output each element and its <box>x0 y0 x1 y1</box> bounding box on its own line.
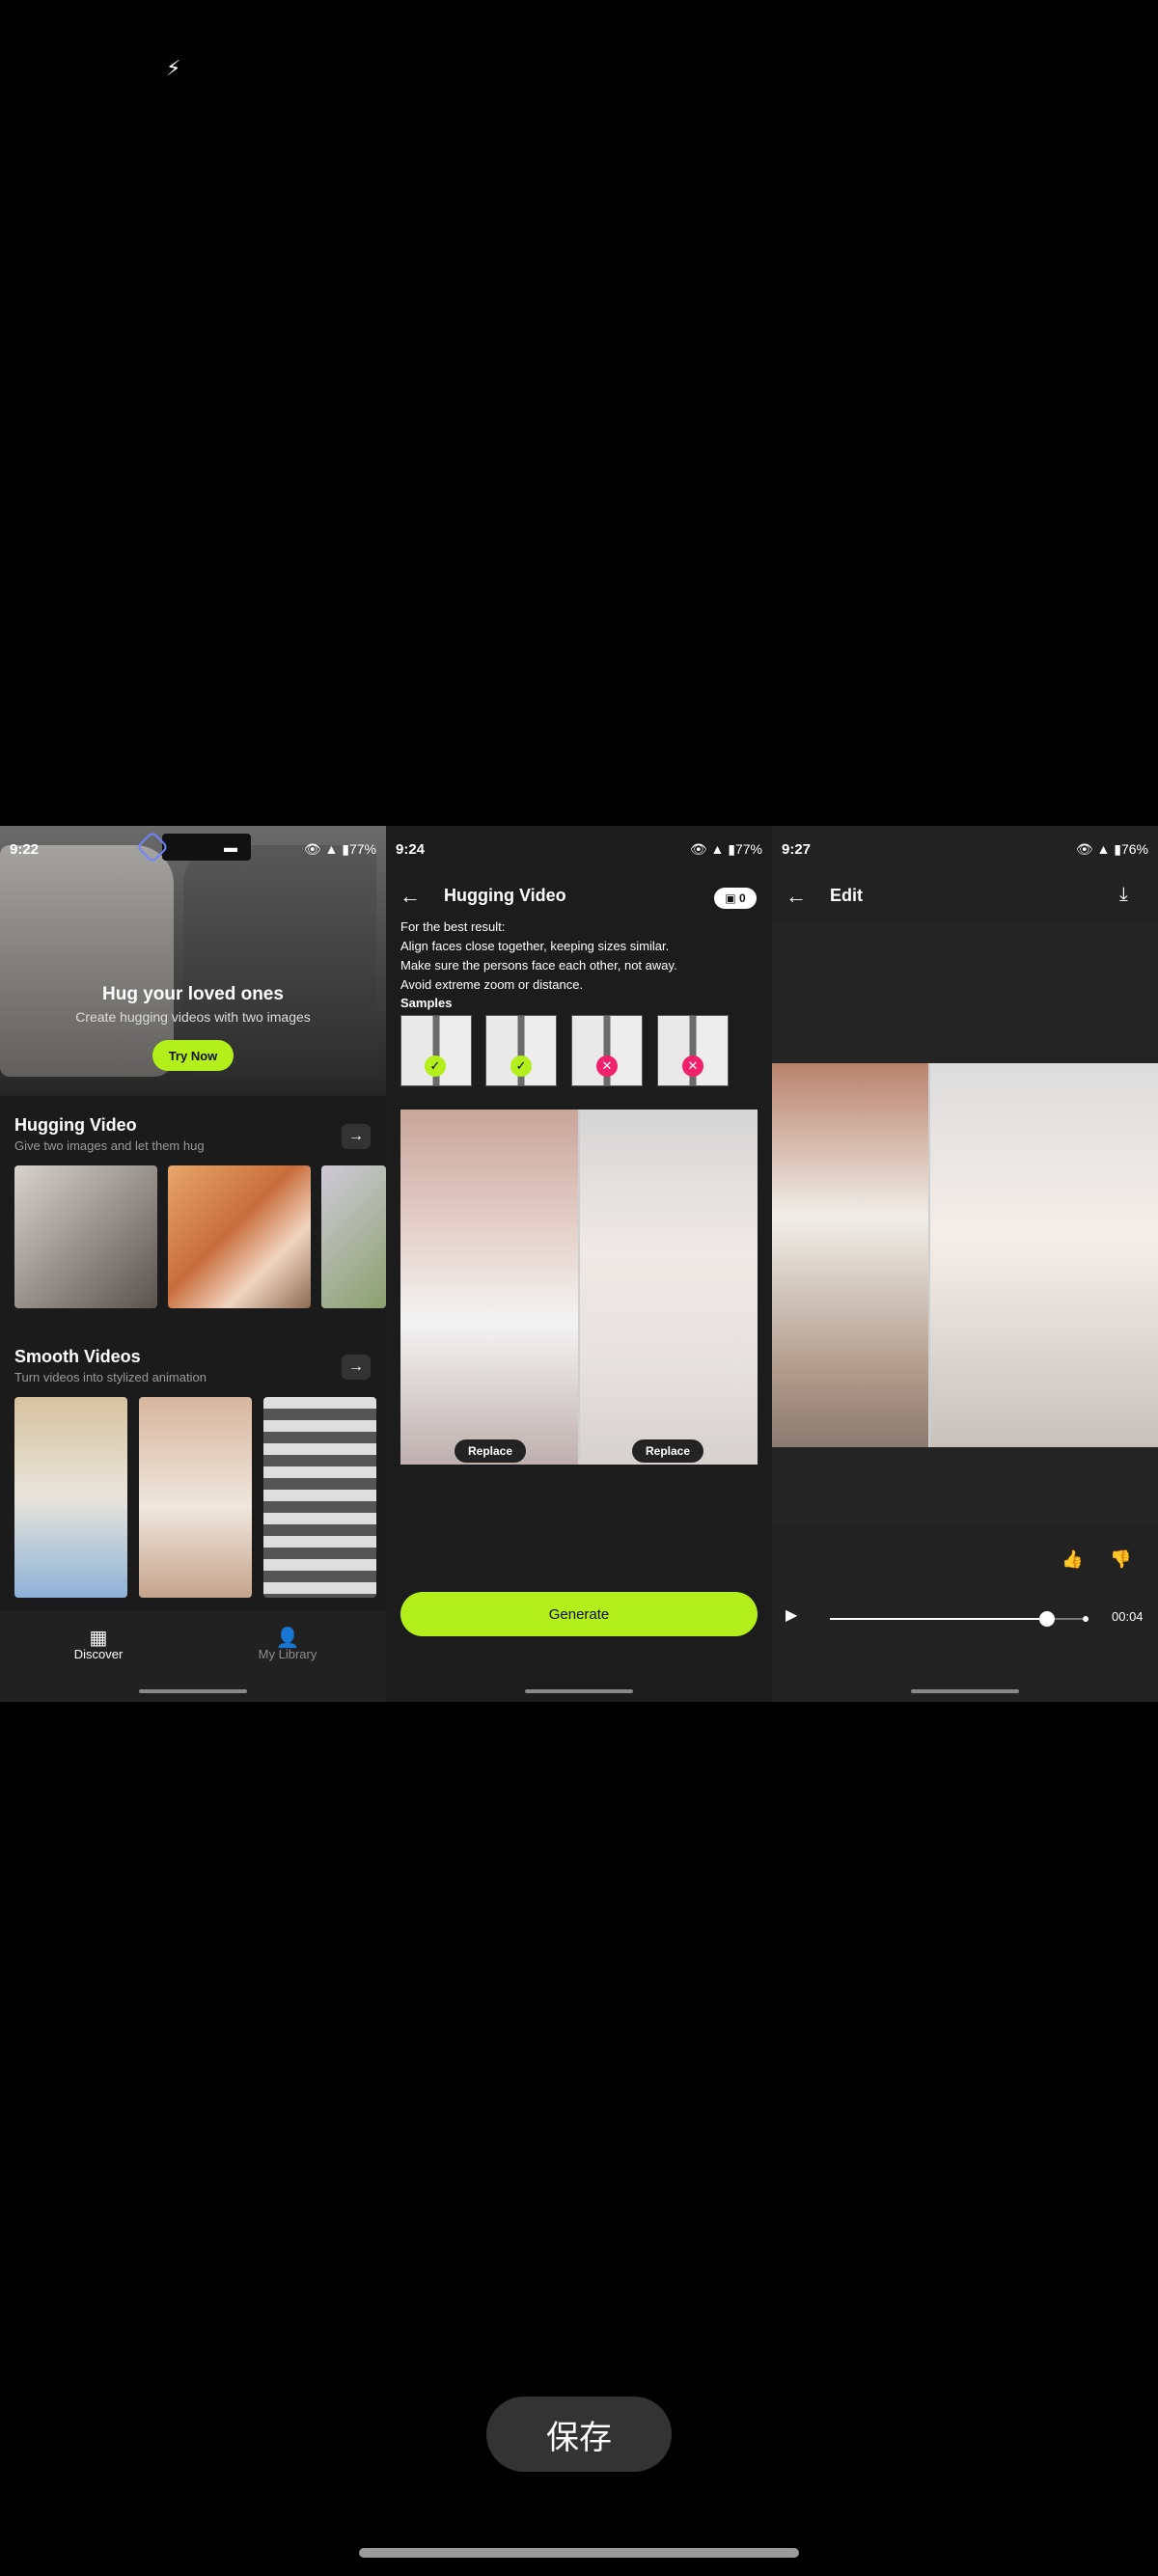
charging-bolt-icon: ⚡ <box>166 56 181 80</box>
status-bar: 9:27 👁 ▲ ▮76% <box>772 826 1158 872</box>
hero-title: Hug your loved ones <box>102 984 284 1004</box>
status-time: 9:24 <box>396 840 426 858</box>
section-subtitle-hugging: Give two images and let them hug <box>14 1138 205 1153</box>
status-time: 9:22 <box>10 840 40 858</box>
status-time: 9:27 <box>782 840 812 858</box>
back-arrow-icon[interactable]: ← <box>400 884 421 909</box>
video-progress-bar[interactable] <box>830 1611 1086 1627</box>
image-compare: Replace Replace <box>400 1110 758 1465</box>
generate-button[interactable]: Generate <box>400 1592 758 1636</box>
system-home-bar <box>359 2548 799 2558</box>
status-icons: 👁 ▲ ▮76% <box>1075 840 1148 857</box>
thumbs-down-icon[interactable]: 👎 <box>1110 1549 1131 1570</box>
hero-subtitle: Create hugging videos with two images <box>75 1009 311 1025</box>
check-icon: ✓ <box>425 1055 446 1077</box>
gesture-bar <box>911 1689 1019 1693</box>
section-title-smooth: Smooth Videos <box>14 1347 141 1366</box>
tips-text: For the best result: Align faces close t… <box>400 918 759 995</box>
back-arrow-icon[interactable]: ← <box>786 884 807 909</box>
progress-knob[interactable] <box>1039 1611 1056 1627</box>
download-icon[interactable]: ⤓ <box>1119 884 1128 906</box>
samples-title: Samples <box>400 996 453 1010</box>
video-player[interactable] <box>772 1063 1158 1447</box>
nav-discover-label: Discover <box>73 1647 124 1661</box>
hugging-video-screen: 9:24 👁 ▲ ▮77% ← Hugging Video ▣ 0 For th… <box>386 826 772 1702</box>
section-title-hugging: Hugging Video <box>14 1115 137 1135</box>
status-bar: 9:22 👁 ▲ ▮77% <box>0 826 386 872</box>
check-icon: ✓ <box>510 1055 532 1077</box>
progress-fill <box>830 1618 1048 1620</box>
gesture-bar <box>139 1689 247 1693</box>
header: ← Edit ⤓ <box>772 872 1158 922</box>
tip-line: Make sure the persons face each other, n… <box>400 958 677 973</box>
credits-badge[interactable]: ▣ 0 <box>714 888 757 909</box>
replace-right-button[interactable]: Replace <box>632 1439 703 1463</box>
page-title: Hugging Video <box>444 886 566 905</box>
screenshot-panels: ▬ Hug your loved ones Create hugging vid… <box>0 826 1158 1702</box>
nav-library-label: My Library <box>258 1647 317 1661</box>
page-title: Edit <box>830 886 863 905</box>
credits-count: 0 <box>738 891 746 905</box>
tip-line: Avoid extreme zoom or distance. <box>400 977 584 992</box>
uploaded-image-right[interactable] <box>580 1110 758 1465</box>
edit-screen: 9:27 👁 ▲ ▮76% ← Edit ⤓ 👍 👎 ▶ 00:04 <box>772 826 1158 1702</box>
discover-screen: ▬ Hug your loved ones Create hugging vid… <box>0 826 386 1702</box>
save-button[interactable]: 保存 <box>486 2397 672 2472</box>
nav-library[interactable]: 👤 My Library <box>230 1626 345 1661</box>
tip-line: Align faces close together, keeping size… <box>400 939 670 953</box>
gesture-bar <box>525 1689 633 1693</box>
nav-discover[interactable]: ▦ Discover <box>41 1626 156 1661</box>
x-icon: ✕ <box>682 1055 703 1077</box>
grid-icon: ▦ <box>89 1628 108 1649</box>
tip-line: For the best result: <box>400 919 506 934</box>
section-subtitle-smooth: Turn videos into stylized animation <box>14 1370 207 1384</box>
hugging-more-arrow-icon[interactable]: → <box>342 1124 371 1149</box>
thumbs-up-icon[interactable]: 👍 <box>1062 1549 1083 1570</box>
bottom-nav: ▦ Discover 👤 My Library <box>0 1610 386 1702</box>
hugging-thumbnail[interactable] <box>321 1165 386 1308</box>
smooth-thumbnail[interactable] <box>139 1397 252 1598</box>
progress-end-dot <box>1083 1616 1089 1622</box>
status-icons: 👁 ▲ ▮77% <box>303 840 376 857</box>
x-icon: ✕ <box>596 1055 618 1077</box>
hugging-thumbnail[interactable] <box>14 1165 157 1308</box>
hero-image-left <box>0 845 174 1077</box>
hugging-thumbnail[interactable] <box>168 1165 311 1308</box>
smooth-thumbnail[interactable] <box>14 1397 127 1598</box>
uploaded-image-left[interactable] <box>400 1110 578 1465</box>
header: ← Hugging Video ▣ 0 <box>386 872 772 922</box>
person-icon: 👤 <box>275 1628 300 1649</box>
replace-left-button[interactable]: Replace <box>455 1439 526 1463</box>
video-frame-left <box>772 1063 928 1447</box>
status-bar: 9:24 👁 ▲ ▮77% <box>386 826 772 872</box>
status-icons: 👁 ▲ ▮77% <box>689 840 762 857</box>
video-time: 00:04 <box>1112 1609 1144 1624</box>
smooth-more-arrow-icon[interactable]: → <box>342 1355 371 1380</box>
play-icon[interactable]: ▶ <box>786 1605 797 1625</box>
video-frame-right <box>930 1063 1158 1447</box>
try-now-button[interactable]: Try Now <box>152 1040 234 1071</box>
smooth-thumbnail[interactable] <box>263 1397 376 1598</box>
